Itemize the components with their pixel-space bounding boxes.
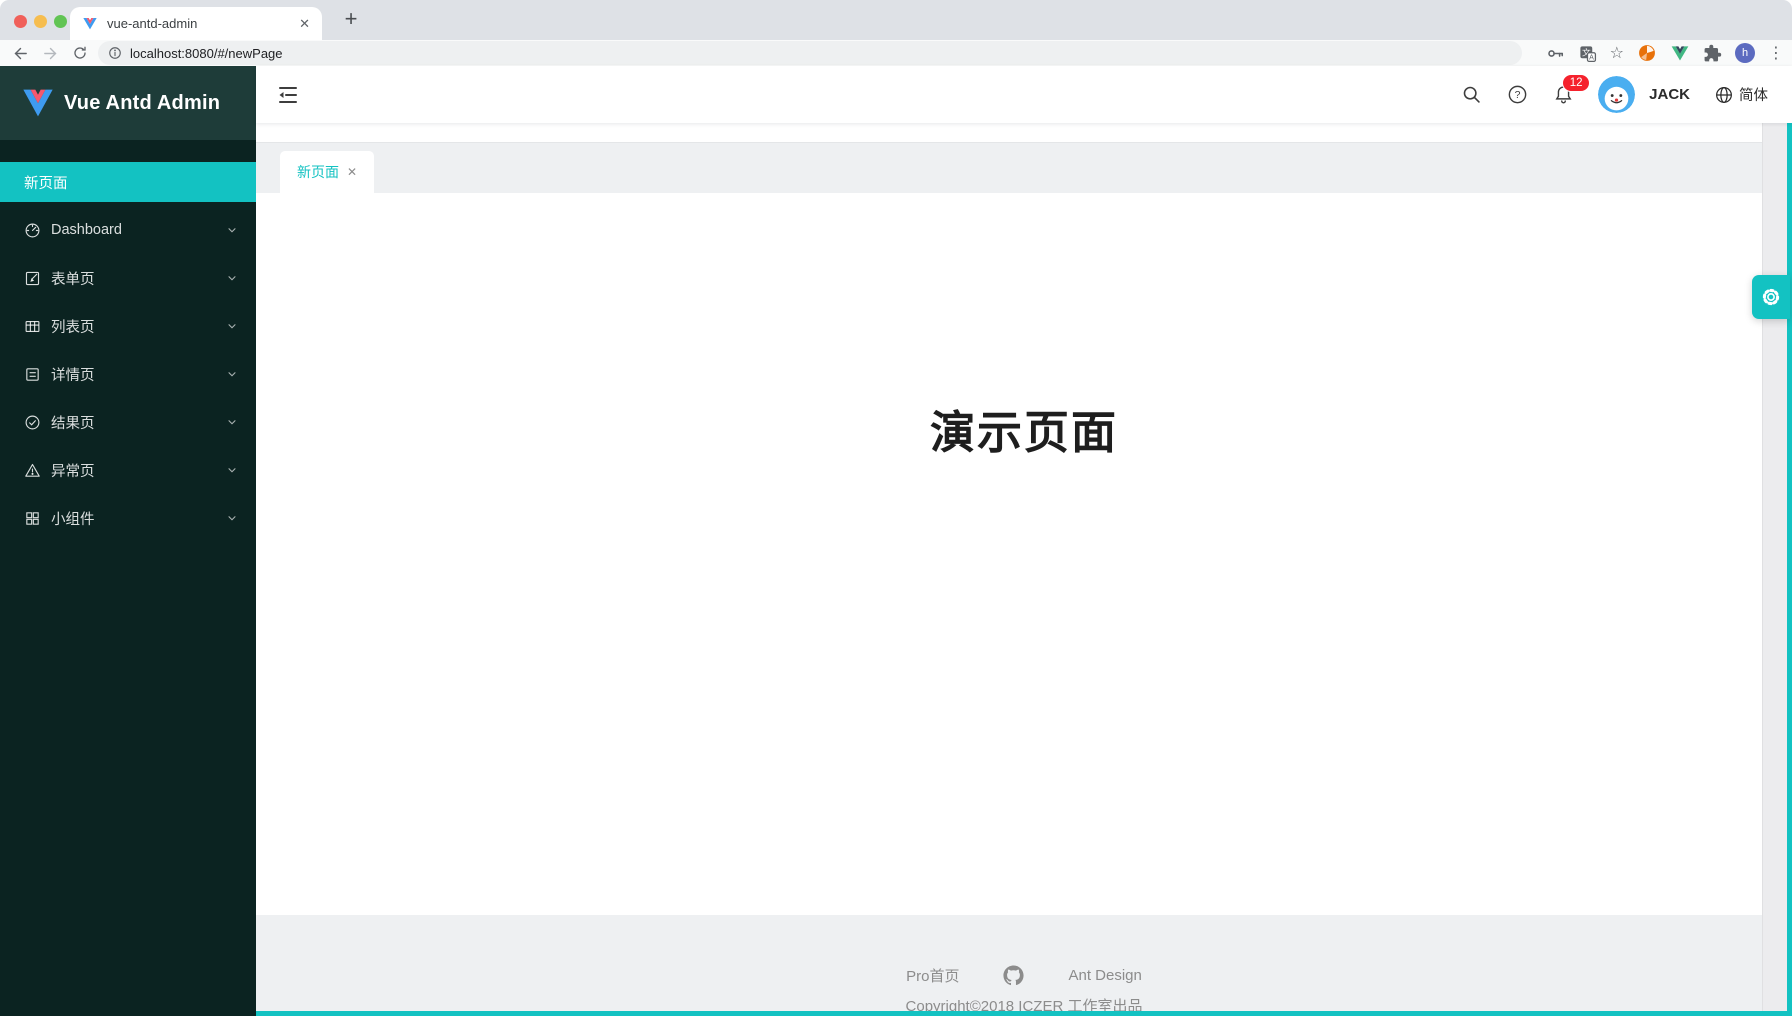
address-bar[interactable]: localhost:8080/#/newPage [98,41,1522,65]
footer-links: Pro首页 Ant Design [256,915,1792,986]
sidebar-item-label: 新页面 [24,172,238,193]
form-icon [24,270,41,287]
sidebar-item-label: 小组件 [51,508,226,529]
bookmark-star-icon[interactable]: ☆ [1610,43,1624,63]
app-title: Vue Antd Admin [64,92,220,115]
header-actions: ? 12 JACK 简体 [1460,66,1768,123]
sidebar-item-label: Dashboard [51,222,226,238]
footer-link-ant-design[interactable]: Ant Design [1068,967,1141,984]
check-circle-icon [24,414,41,431]
help-button[interactable]: ? [1506,84,1528,106]
page-tab-label: 新页面 [297,162,339,182]
chevron-down-icon [226,320,238,332]
menu-fold-icon[interactable] [276,83,300,107]
tabs-bar: 新页面 ✕ [256,143,1792,193]
svg-text:A: A [1589,53,1594,61]
chevron-down-icon [226,416,238,428]
search-button[interactable] [1460,84,1482,106]
chevron-down-icon [226,272,238,284]
chevron-down-icon [226,368,238,380]
extensions-puzzle-icon[interactable] [1703,44,1722,63]
vue-logo-icon [22,88,54,118]
page-tab-close-icon[interactable]: ✕ [347,165,357,179]
sidebar-item-details[interactable]: 详情页 [0,354,256,394]
globe-icon [1714,85,1734,105]
back-icon [12,45,29,62]
github-icon[interactable] [1003,965,1024,986]
gear-icon [1760,286,1782,308]
block-icon [24,510,41,527]
browser-tab-title: vue-antd-admin [107,16,299,31]
url-text: localhost:8080/#/newPage [130,46,283,61]
avatar-image [1598,76,1635,113]
sidebar-item-exceptions[interactable]: 异常页 [0,450,256,490]
vue-favicon [82,16,98,32]
forward-icon [42,45,59,62]
question-circle-icon: ? [1507,84,1528,105]
chrome-menu-icon[interactable]: ⋮ [1768,43,1784,63]
forward-button[interactable] [38,41,62,65]
notifications-button[interactable]: 12 [1552,84,1574,106]
footer-link-pro-home[interactable]: Pro首页 [906,965,959,986]
page-title: 演示页面 [256,193,1792,461]
page-tab-active[interactable]: 新页面 ✕ [280,151,374,193]
page-footer: Pro首页 Ant Design Copyright©2018 ICZER 工作… [256,915,1792,1016]
profile-icon [24,366,41,383]
user-avatar[interactable] [1598,76,1635,113]
table-icon [24,318,41,335]
sidebar-item-results[interactable]: 结果页 [0,402,256,442]
language-switcher[interactable]: 简体 [1714,84,1768,105]
browser-profile-avatar[interactable]: h [1735,43,1755,63]
horizontal-scrollbar-thumb[interactable] [256,1011,1792,1016]
sidebar-item-forms[interactable]: 表单页 [0,258,256,298]
sidebar-item-label: 异常页 [51,460,226,481]
page-info-icon[interactable] [108,46,122,60]
sidebar-menu: 新页面 Dashboard 表单页 列表页 详情页 结果页 [0,140,256,538]
app-header: ? 12 JACK 简体 [256,66,1792,123]
close-window-button[interactable] [14,15,27,28]
tab-close-icon[interactable]: ✕ [299,16,310,32]
new-tab-button[interactable]: + [336,4,366,34]
maximize-window-button[interactable] [54,15,67,28]
sidebar-item-label: 详情页 [51,364,226,385]
translate-icon[interactable]: 文A [1578,44,1597,63]
sidebar: Vue Antd Admin 新页面 Dashboard 表单页 列表页 详情页 [0,66,256,1016]
chevron-down-icon [226,464,238,476]
page-content: 演示页面 [256,193,1792,915]
search-icon [1461,84,1482,105]
vertical-scrollbar-thumb[interactable] [1787,68,1792,1016]
vue-devtools-icon[interactable] [1670,43,1690,63]
browser-tab-strip: vue-antd-admin ✕ + [0,0,1792,40]
svg-text:?: ? [1514,89,1520,101]
notification-badge: 12 [1562,74,1590,92]
sidebar-item-label: 列表页 [51,316,226,337]
toolbar-right: 文A ☆ h ⋮ [1546,41,1784,65]
chevron-down-icon [226,512,238,524]
warning-icon [24,462,41,479]
tabs-bar-top [256,123,1792,143]
sidebar-item-lists[interactable]: 列表页 [0,306,256,346]
sidebar-item-dashboard[interactable]: Dashboard [0,210,256,250]
sidebar-item-widgets[interactable]: 小组件 [0,498,256,538]
sidebar-item-label: 表单页 [51,268,226,289]
settings-drawer-button[interactable] [1752,275,1790,319]
browser-chrome: vue-antd-admin ✕ + localhost:8080/#/newP… [0,0,1792,66]
sidebar-item-label: 结果页 [51,412,226,433]
extension-orange-icon[interactable] [1637,43,1657,63]
language-label: 简体 [1739,84,1768,105]
sidebar-item-newpage[interactable]: 新页面 [0,162,256,202]
browser-toolbar: localhost:8080/#/newPage 文A ☆ h ⋮ [0,40,1792,66]
dashboard-icon [24,222,41,239]
password-key-icon[interactable] [1546,44,1565,63]
chevron-down-icon [226,224,238,236]
username[interactable]: JACK [1649,86,1690,103]
reload-button[interactable] [68,41,92,65]
browser-tab[interactable]: vue-antd-admin ✕ [70,7,322,40]
app-logo[interactable]: Vue Antd Admin [0,66,256,140]
reload-icon [72,45,88,61]
minimize-window-button[interactable] [34,15,47,28]
scrollbar-track [1762,123,1787,1016]
back-button[interactable] [8,41,32,65]
